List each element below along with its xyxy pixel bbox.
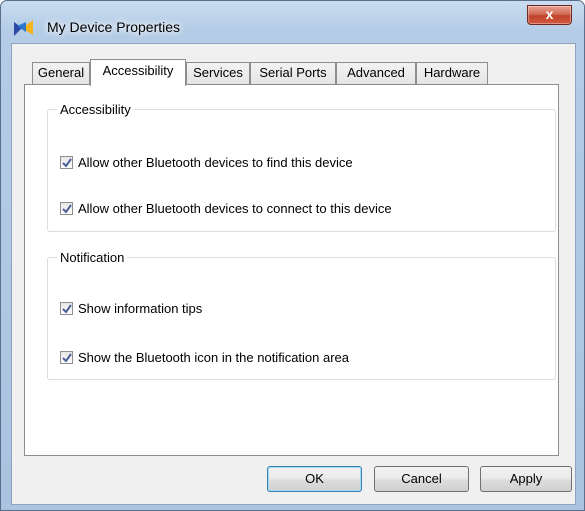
checkbox-box[interactable] [60,302,73,315]
checkbox-label: Show information tips [78,301,203,316]
tab-label: Accessibility [102,63,174,78]
bluetooth-device-icon [13,18,35,38]
checkbox-label: Allow other Bluetooth devices to find th… [78,155,353,170]
group-title: Notification [60,250,125,265]
tab-label: General [37,65,85,80]
tab-serial-ports[interactable]: Serial Ports [250,62,336,84]
checkmark-icon [62,204,72,214]
tab-services[interactable]: Services [186,62,250,84]
checkbox-box[interactable] [60,202,73,215]
group-title: Accessibility [60,102,131,117]
tab-label: Services [193,65,243,80]
apply-button[interactable]: Apply [480,466,572,492]
tab-hardware[interactable]: Hardware [416,62,488,84]
notification-group: Notification Show information tips Show … [47,250,556,380]
checkbox-box[interactable] [60,156,73,169]
window-title: My Device Properties [47,19,181,35]
tab-advanced[interactable]: Advanced [336,62,416,84]
checkmark-icon [62,158,72,168]
checkbox-label: Show the Bluetooth icon in the notificat… [78,350,350,365]
ok-button[interactable]: OK [267,466,362,492]
checkbox-box[interactable] [60,351,73,364]
close-icon: x [545,6,554,22]
cancel-button[interactable]: Cancel [374,466,469,492]
accessibility-group: Accessibility Allow other Bluetooth devi… [47,102,556,232]
tab-label: Hardware [423,65,481,80]
tab-panel-accessibility: Accessibility Allow other Bluetooth devi… [24,84,559,456]
close-button[interactable]: x [527,5,572,25]
checkmark-icon [62,304,72,314]
tab-general[interactable]: General [32,62,90,84]
title-bar[interactable]: My Device Properties x [1,1,584,43]
checkbox-label: Allow other Bluetooth devices to connect… [78,201,392,216]
checkmark-icon [62,353,72,363]
tab-accessibility[interactable]: Accessibility [90,59,186,86]
tab-label: Advanced [347,65,405,80]
tab-label: Serial Ports [259,65,327,80]
